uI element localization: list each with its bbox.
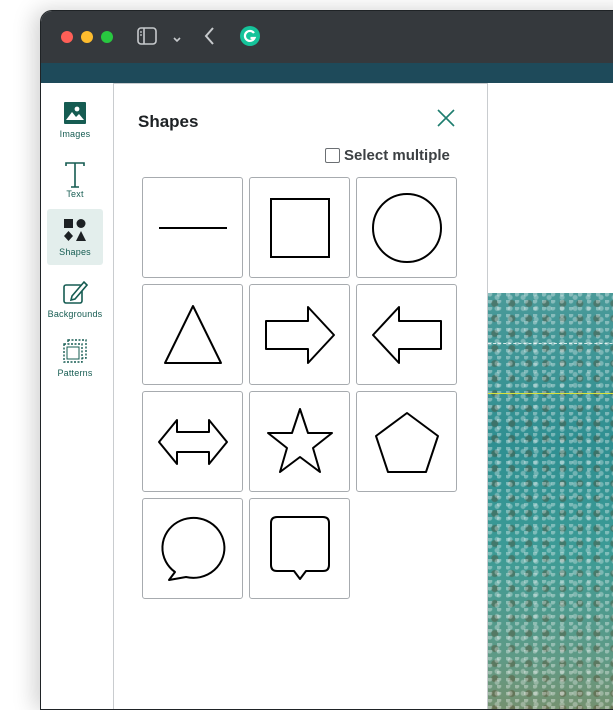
- shape-tile-star[interactable]: [249, 391, 350, 492]
- design-canvas[interactable]: [488, 83, 613, 709]
- top-banner: [41, 63, 613, 83]
- alignment-guide-line: [488, 393, 613, 394]
- patterns-icon: [63, 339, 87, 363]
- pentagon-shape-icon: [374, 411, 439, 473]
- app-window: Images Text Shapes Backgrounds Patterns …: [40, 10, 613, 710]
- back-arrow-icon[interactable]: [203, 25, 217, 52]
- tool-sidebar: Images Text Shapes Backgrounds Patterns: [41, 83, 113, 709]
- sidebar-item-patterns[interactable]: Patterns: [47, 330, 103, 386]
- checkbox-box[interactable]: [325, 148, 340, 163]
- double-arrow-shape-icon: [157, 418, 228, 465]
- shape-tile-speech-bubble-round[interactable]: [142, 498, 243, 599]
- close-icon: [437, 109, 455, 127]
- select-multiple-label: Select multiple: [344, 147, 450, 164]
- shape-tile-double-arrow[interactable]: [142, 391, 243, 492]
- speech-bubble-square-icon: [269, 515, 330, 580]
- shape-tile-square[interactable]: [249, 177, 350, 278]
- title-bar: [41, 11, 613, 63]
- shapes-icon: [64, 219, 86, 241]
- canvas-photo[interactable]: [488, 293, 613, 709]
- shape-tile-circle[interactable]: [356, 177, 457, 278]
- triangle-shape-icon: [163, 304, 222, 364]
- sidebar-item-label: Text: [66, 189, 84, 199]
- square-shape-icon: [269, 197, 330, 258]
- sidebar-toggle-icon[interactable]: [137, 27, 157, 50]
- dashed-guide-line: [488, 343, 613, 344]
- select-multiple-checkbox[interactable]: Select multiple: [325, 147, 450, 164]
- panel-title: Shapes: [138, 112, 199, 131]
- sidebar-item-text[interactable]: Text: [47, 153, 103, 209]
- line-shape-icon: [158, 226, 227, 229]
- star-shape-icon: [266, 407, 333, 473]
- chevron-down-icon[interactable]: [172, 31, 182, 49]
- zoom-window-button[interactable]: [101, 31, 113, 43]
- arrow-right-shape-icon: [264, 305, 335, 364]
- close-panel-button[interactable]: [434, 106, 458, 130]
- sidebar-item-label: Images: [59, 129, 91, 139]
- shape-tile-speech-bubble-square[interactable]: [249, 498, 350, 599]
- shapes-panel: Shapes Select multiple: [113, 83, 488, 709]
- text-icon: [65, 162, 85, 188]
- sidebar-item-label: Shapes: [59, 247, 91, 257]
- arrow-left-shape-icon: [371, 305, 442, 364]
- circle-shape-icon: [371, 192, 442, 263]
- sidebar-item-shapes[interactable]: Shapes: [47, 209, 103, 265]
- speech-bubble-round-icon: [160, 516, 225, 581]
- minimize-window-button[interactable]: [81, 31, 93, 43]
- grammarly-icon[interactable]: [239, 25, 261, 52]
- shape-tile-arrow-right[interactable]: [249, 284, 350, 385]
- shape-tile-pentagon[interactable]: [356, 391, 457, 492]
- shape-tile-triangle[interactable]: [142, 284, 243, 385]
- sidebar-item-label: Backgrounds: [47, 309, 103, 319]
- shape-tile-arrow-left[interactable]: [356, 284, 457, 385]
- sidebar-item-backgrounds[interactable]: Backgrounds: [47, 271, 103, 327]
- sidebar-item-images[interactable]: Images: [47, 93, 103, 149]
- image-icon: [64, 102, 86, 124]
- backgrounds-icon: [63, 280, 88, 304]
- close-window-button[interactable]: [61, 31, 73, 43]
- shape-tile-line[interactable]: [142, 177, 243, 278]
- sidebar-item-label: Patterns: [57, 368, 93, 378]
